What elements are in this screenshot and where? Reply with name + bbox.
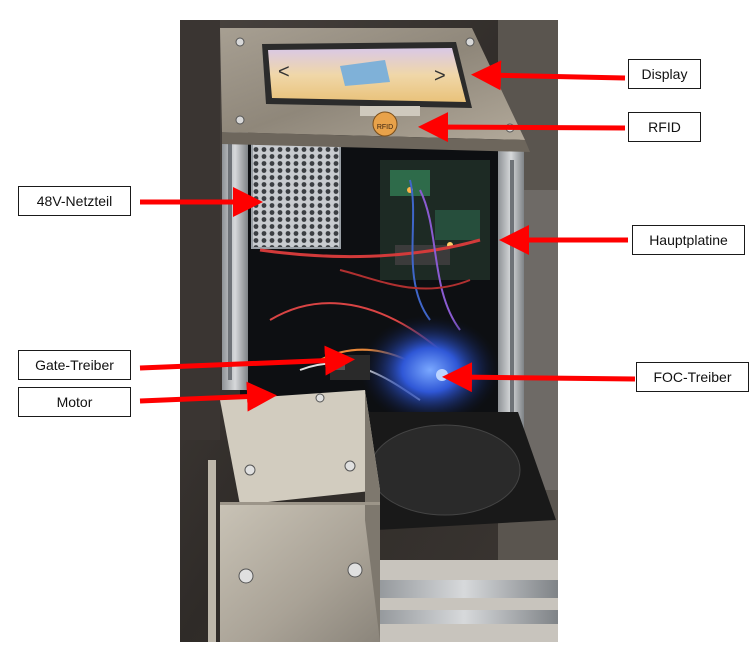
arrow-foc-treiber [442, 362, 636, 393]
label-hauptplatine: Hauptplatine [632, 225, 745, 255]
label-display: Display [628, 59, 701, 89]
arrow-rfid [418, 112, 626, 143]
label-rfid: RFID [628, 112, 701, 142]
label-netzteil: 48V-Netzteil [18, 186, 131, 216]
label-gate-treiber: Gate-Treiber [18, 350, 131, 380]
arrow-gate-treiber [139, 345, 355, 376]
label-foc-treiber: FOC-Treiber [636, 362, 749, 392]
label-motor: Motor [18, 387, 131, 417]
arrow-motor [139, 381, 277, 412]
arrow-display [471, 60, 626, 91]
arrows-layer [139, 60, 636, 412]
